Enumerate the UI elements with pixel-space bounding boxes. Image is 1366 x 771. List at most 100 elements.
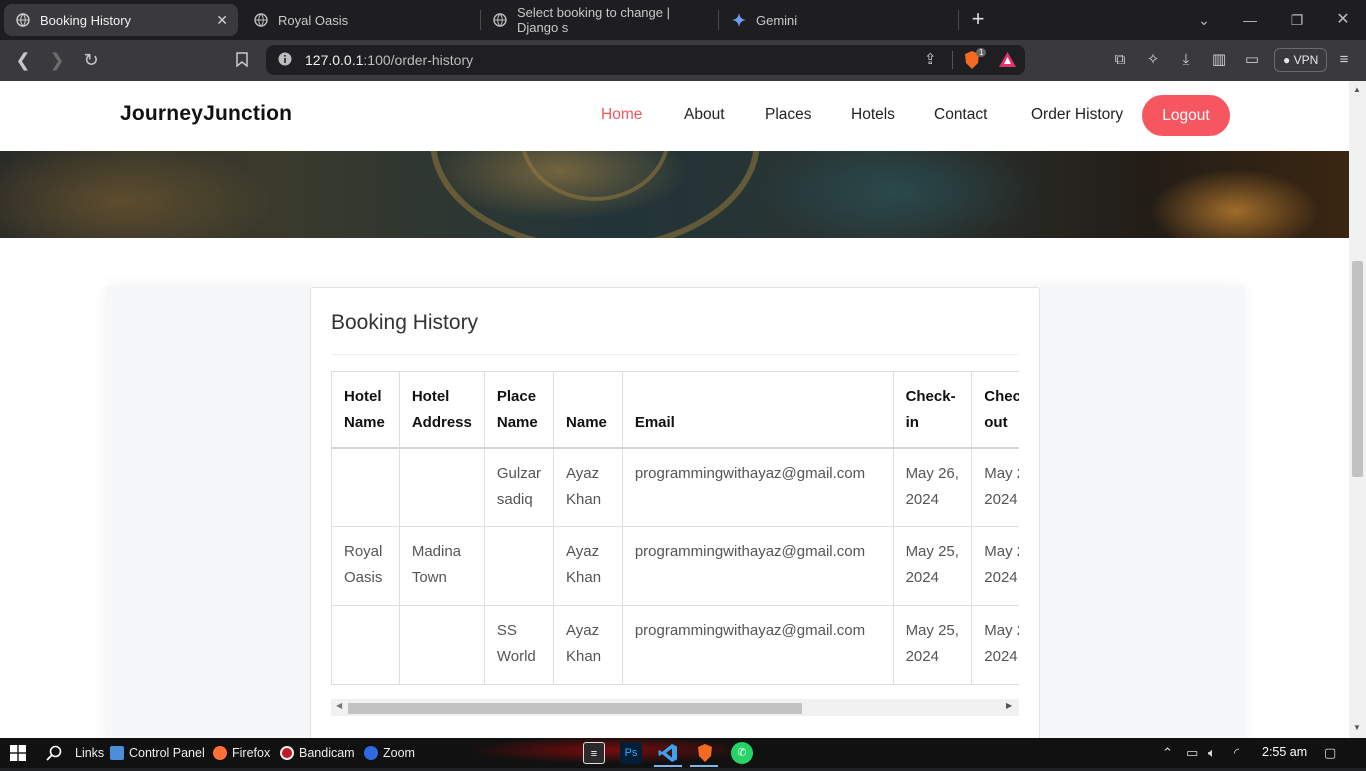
tab-title: Select booking to change | Django s — [517, 5, 670, 35]
table-cell: Ayaz Khan — [553, 605, 623, 685]
site-brand[interactable]: JourneyJunction — [120, 102, 292, 126]
table-cell: May 25, 2024 — [892, 526, 973, 606]
sidebar-toggle-icon[interactable]: ▥ — [1207, 48, 1231, 72]
nav-home[interactable]: Home — [601, 106, 642, 124]
table-cell: programmingwithayaz@gmail.com — [621, 447, 894, 527]
card-divider — [331, 354, 1019, 355]
nav-places[interactable]: Places — [765, 106, 812, 124]
table-cell: Royal Oasis — [331, 526, 400, 606]
vscode-icon[interactable] — [657, 742, 679, 764]
nav-hotels[interactable]: Hotels — [851, 106, 895, 124]
table-cell: programmingwithayaz@gmail.com — [621, 605, 894, 685]
column-header: Email — [621, 371, 894, 449]
nav-order-history[interactable]: Order History — [1031, 106, 1123, 124]
active-app-indicator — [690, 765, 718, 767]
volume-icon[interactable]: 🔈︎ — [1208, 745, 1216, 761]
scrollbar-thumb[interactable] — [1352, 261, 1363, 477]
url-divider — [952, 51, 953, 69]
address-bar[interactable]: 127.0.0.1:100/order-history ⇪ 1 — [266, 45, 1025, 75]
taskbar-zoom[interactable]: Zoom — [364, 744, 415, 762]
extensions-puzzle-icon[interactable]: ⧉ — [1108, 48, 1132, 72]
globe-icon — [493, 13, 507, 27]
booking-table-container[interactable]: Hotel Name Hotel Address Place Name Name Em… — [331, 371, 1019, 685]
table-cell: programmingwithayaz@gmail.com — [621, 526, 894, 606]
taskbar-control-panel[interactable]: Control Panel — [110, 744, 205, 762]
table-cell: SS World — [483, 605, 555, 685]
column-header: Name — [553, 371, 623, 449]
column-header: Check-in — [892, 371, 973, 449]
windows-taskbar: Links Control Panel Firefox Bandicam Zoo… — [0, 738, 1366, 768]
hero-banner-image — [0, 151, 1349, 238]
booking-history-card: Booking History Hotel Name Hotel Address P… — [310, 287, 1040, 738]
tab-booking-history[interactable]: Booking History ✕ — [4, 4, 238, 36]
taskbar-links[interactable]: Links — [75, 744, 104, 762]
table-cell: Madina Town — [398, 526, 485, 606]
brave-rewards-icon[interactable] — [999, 52, 1016, 72]
vpn-button[interactable]: ● VPN — [1274, 48, 1328, 72]
restore-button[interactable]: ❐ — [1285, 8, 1309, 32]
tab-title: Royal Oasis — [278, 12, 349, 28]
whatsapp-icon[interactable]: ✆ — [731, 742, 753, 764]
table-cell — [398, 605, 485, 685]
scroll-right-arrow-icon[interactable]: ▶ — [1006, 701, 1012, 710]
taskbar-bandicam[interactable]: Bandicam — [280, 744, 355, 762]
new-tab-button[interactable]: + — [966, 8, 990, 32]
close-tab-icon[interactable]: ✕ — [216, 12, 228, 29]
tab-royal-oasis[interactable]: Royal Oasis — [242, 4, 476, 36]
site-header: JourneyJunction Home About Places Hotels… — [0, 81, 1349, 151]
wifi-icon[interactable]: ◜ — [1234, 745, 1239, 761]
tab-gemini[interactable]: Gemini — [720, 4, 952, 36]
bookmark-icon[interactable] — [230, 48, 254, 72]
minimize-button[interactable]: — — [1238, 8, 1262, 32]
table-cell: May 25, 2024 — [892, 605, 973, 685]
brave-browser-icon[interactable] — [694, 742, 716, 764]
table-cell — [331, 447, 400, 527]
table-horizontal-scrollbar[interactable]: ◀ ▶ — [331, 699, 1019, 716]
photoshop-icon[interactable]: Ps — [620, 742, 642, 764]
table-row: Royal Oasis Madina Town Ayaz Khan programmi… — [331, 526, 1019, 606]
windows-start-icon[interactable] — [10, 744, 26, 762]
logout-button[interactable]: Logout — [1142, 95, 1230, 136]
tab-title: Booking History — [40, 12, 132, 28]
table-cell: Ayaz Khan — [553, 526, 623, 606]
tab-search-chevron-icon[interactable]: ⌄ — [1192, 8, 1216, 32]
scroll-down-arrow-icon[interactable]: ▼ — [1353, 723, 1361, 732]
share-icon[interactable]: ⇪ — [924, 50, 937, 68]
browser-toolbar: ❮ ❯ ↻ 127.0.0.1:100/order-history ⇪ 1 ⧉ … — [0, 40, 1366, 81]
tray-chevron-up-icon[interactable]: ⌃ — [1162, 745, 1173, 761]
site-info-icon[interactable] — [278, 52, 292, 71]
scrollbar-thumb[interactable] — [348, 703, 802, 714]
close-window-button[interactable]: ✕ — [1331, 8, 1355, 32]
back-arrow-icon[interactable]: ❮ — [11, 48, 35, 72]
page-vertical-scrollbar[interactable]: ▲ ▼ — [1349, 81, 1366, 738]
notes-app-icon[interactable]: ≡ — [583, 742, 605, 764]
taskbar-firefox[interactable]: Firefox — [213, 744, 270, 762]
tab-separator — [718, 10, 719, 30]
table-cell: Gulzar sadiq — [483, 447, 555, 527]
search-icon[interactable] — [46, 744, 62, 762]
table-cell: May 22024 — [971, 605, 1019, 685]
wallet-icon[interactable]: ▭ — [1240, 48, 1264, 72]
shields-badge: 1 — [976, 48, 987, 57]
column-header: Hotel Address — [398, 371, 485, 449]
scroll-left-arrow-icon[interactable]: ◀ — [336, 701, 342, 710]
globe-icon — [16, 13, 30, 27]
menu-hamburger-icon[interactable]: ≡ — [1332, 48, 1356, 72]
active-app-indicator — [654, 765, 682, 767]
column-header: Check-out — [971, 371, 1019, 449]
taskbar-clock[interactable]: 2:55 am — [1262, 745, 1307, 759]
page-viewport: JourneyJunction Home About Places Hotels… — [0, 81, 1349, 738]
nav-contact[interactable]: Contact — [934, 106, 987, 124]
battery-icon[interactable]: ▭ — [1186, 745, 1198, 761]
tab-django-admin[interactable]: Select booking to change | Django s — [481, 4, 713, 36]
browser-tab-bar: Booking History ✕ Royal Oasis Select boo… — [0, 0, 1366, 40]
scroll-up-arrow-icon[interactable]: ▲ — [1353, 85, 1361, 94]
download-icon[interactable]: ⤓ — [1174, 48, 1198, 72]
tab-separator — [958, 10, 959, 30]
nav-about[interactable]: About — [684, 106, 725, 124]
table-row: Gulzar sadiq Ayaz Khan programmingwithayaz… — [331, 447, 1019, 527]
notifications-icon[interactable]: ▢ — [1324, 745, 1336, 761]
forward-arrow-icon[interactable]: ❯ — [45, 48, 69, 72]
leo-ai-icon[interactable]: ✧ — [1141, 48, 1165, 72]
reload-icon[interactable]: ↻ — [79, 48, 103, 72]
